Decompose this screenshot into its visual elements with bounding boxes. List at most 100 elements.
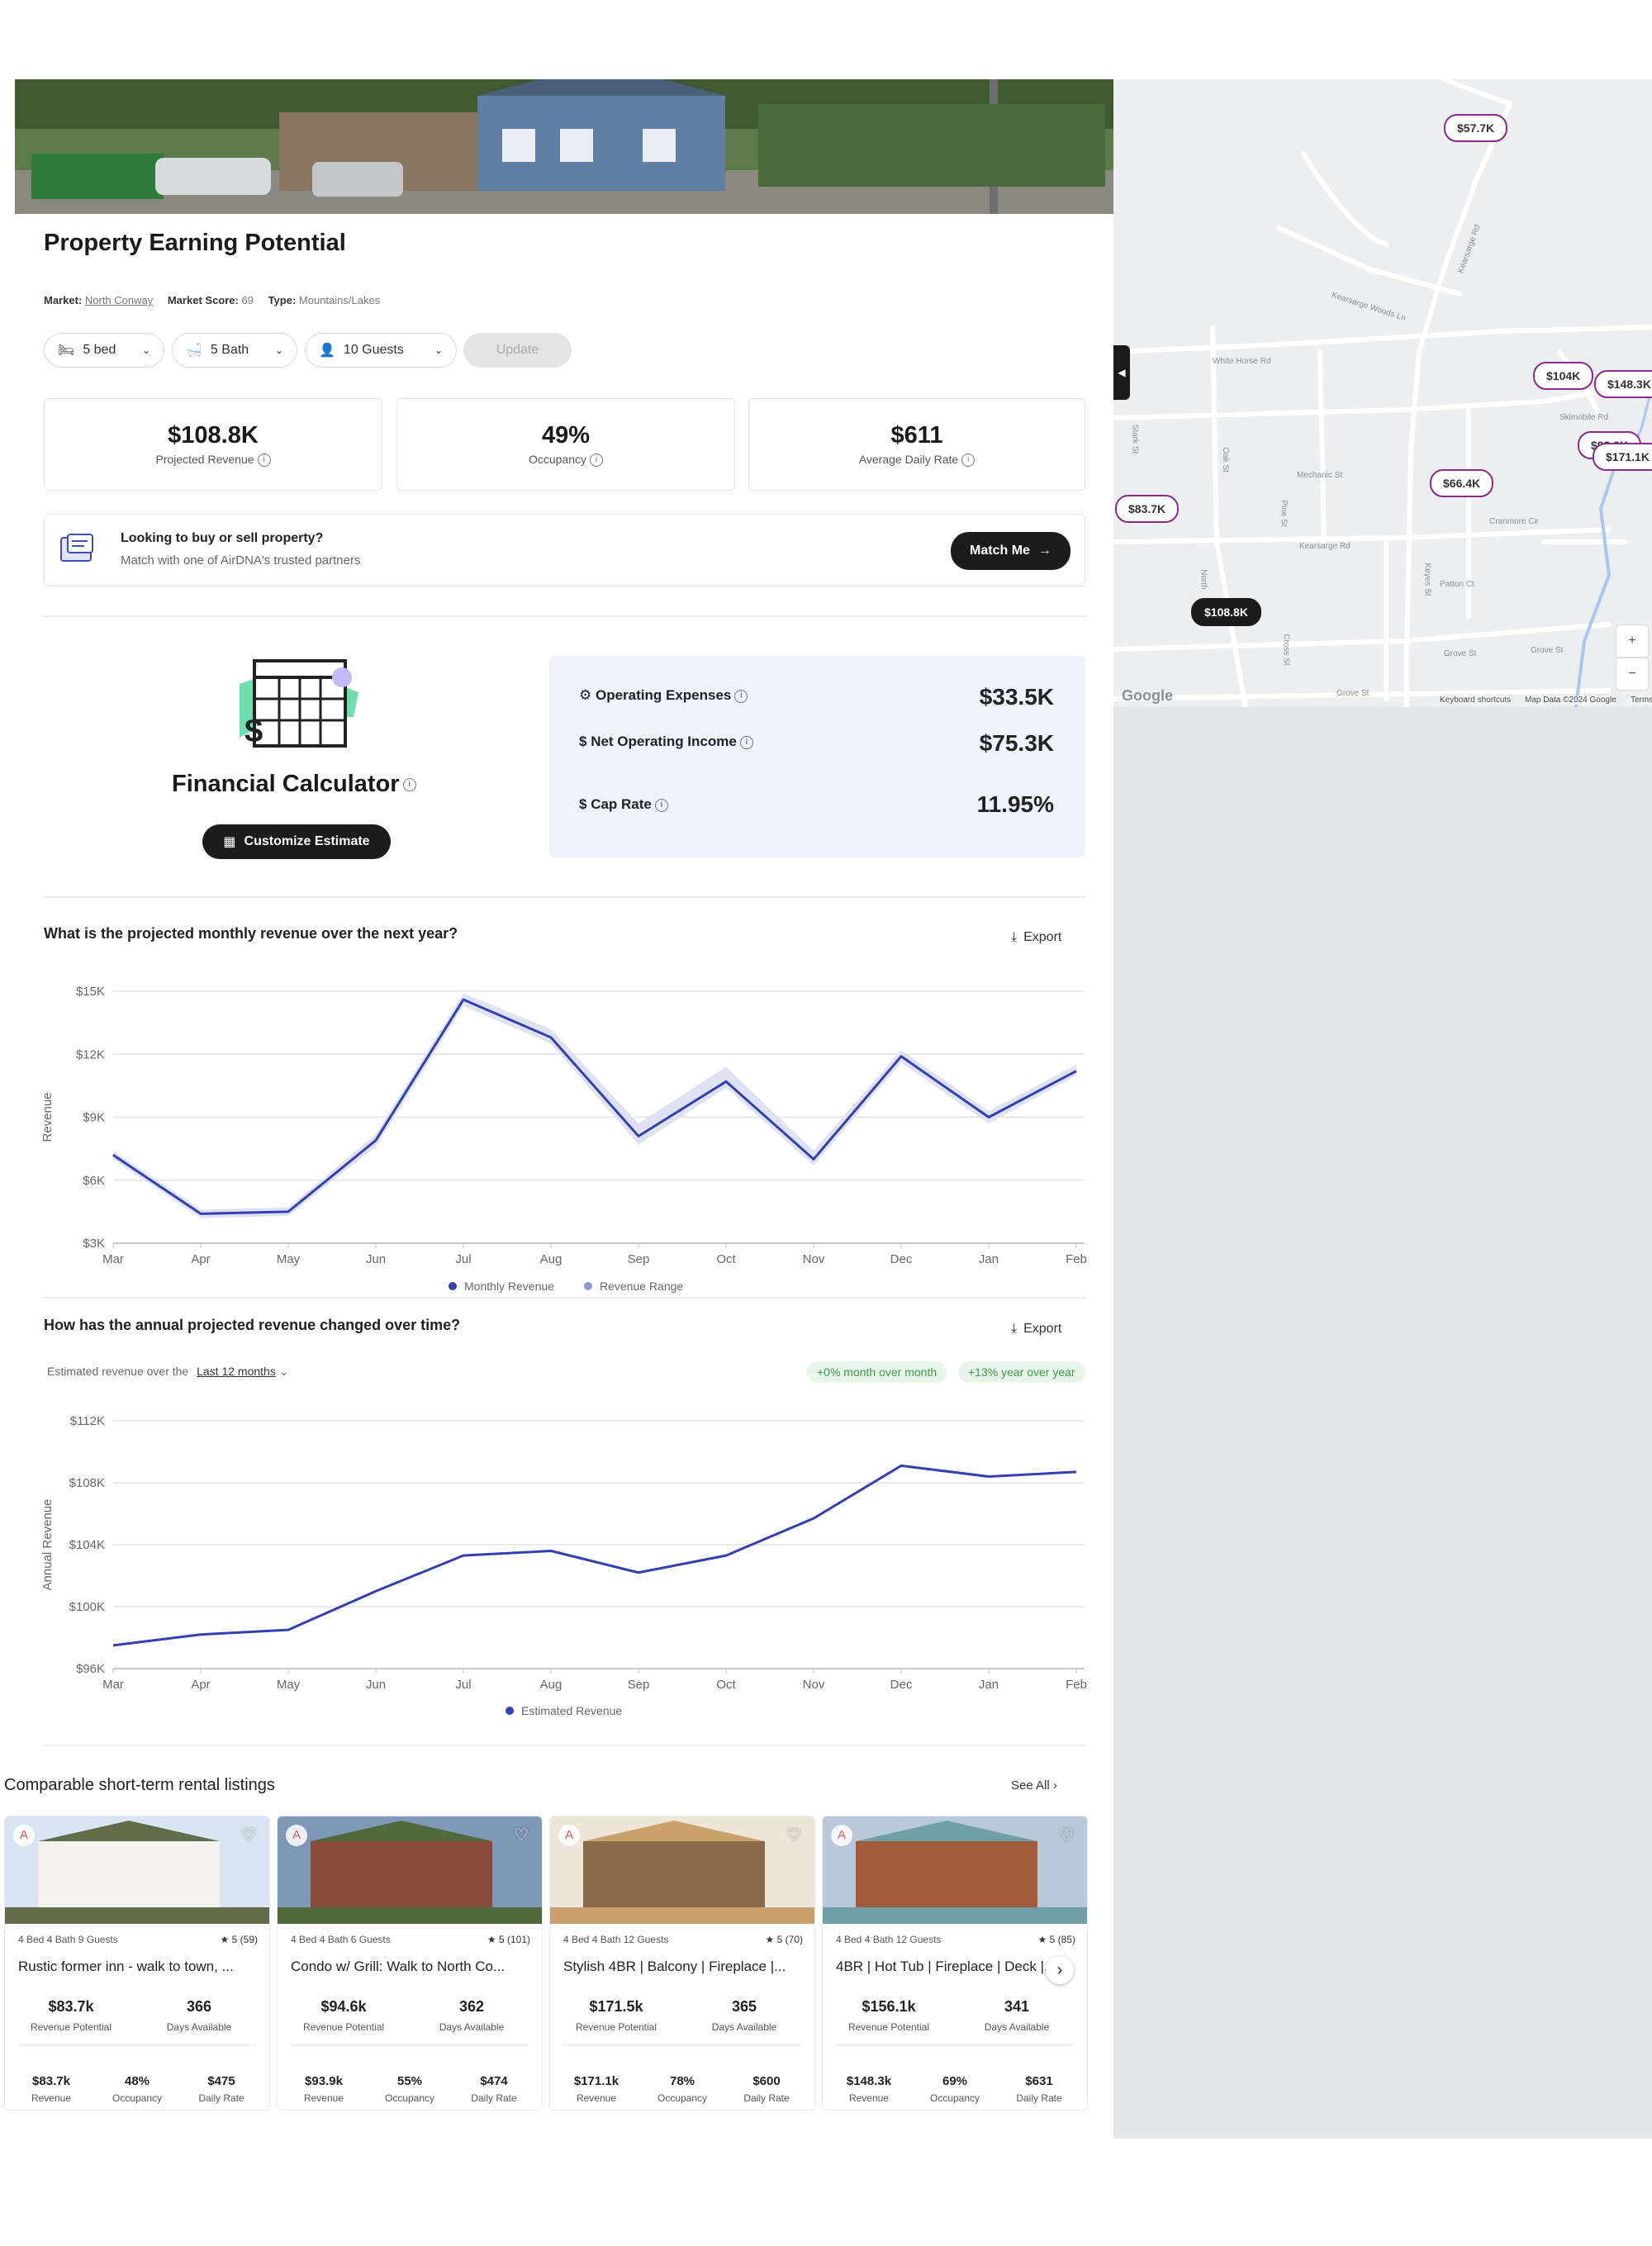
listing-occupancy-label: Occupancy [112,2092,163,2104]
monthly-revenue-chart: $3K $6K $9K $12K $15K Mar Apr May Jun Jul Aug Sep Oc… [40,985,1087,1293]
listing-occupancy: 55% [396,2074,423,2088]
listing-revenue: $171.1k [573,2074,620,2088]
map-road-label: Keyes St [1422,563,1432,596]
map-price-pin[interactable]: $66.4K [1430,469,1494,497]
airbnb-logo-icon: A [286,1825,307,1846]
listing-card[interactable]: A ♡ 4 Bed 4 Bath 6 Guests ★ 5 (101) Cond… [277,1816,543,2111]
listing-days-available-label: Days Available [984,2021,1050,2033]
map-data-attribution: Map Data ©2024 Google [1525,696,1616,705]
market-link[interactable]: North Conway [85,294,153,306]
revenue-range-band [113,993,1076,1218]
map-road-label: Cranmore Cir [1489,517,1540,526]
terms-link[interactable]: Terms [1631,696,1652,705]
collapse-map-toggle[interactable]: ◀ [1113,345,1130,400]
property-photo-image [15,79,1113,214]
x-tick-label: Jul [455,1252,471,1266]
x-tick-label: May [277,1252,301,1266]
listing-days-available-label: Days Available [439,2021,505,2033]
annual-chart-question: How has the annual projected revenue cha… [44,1317,461,1333]
x-tick-label: Feb [1066,1252,1087,1266]
coins-icon: $ [579,796,591,812]
map-price-pin[interactable]: $171.1K [1593,443,1652,471]
chevron-down-icon: ⌄ [274,344,283,356]
period-dropdown[interactable]: Last 12 months [197,1365,276,1378]
monthly-export-button[interactable]: ⤓ Export [1011,930,1061,945]
listing-title: 4BR | Hot Tub | Fireplace | Deck |... [836,1959,1056,1974]
annual-export-button[interactable]: ⤓ Export [1011,1322,1061,1337]
favorite-heart-icon[interactable]: ♡ [783,1825,805,1846]
listing-title: Rustic former inn - walk to town, ... [18,1959,234,1974]
stat-value: $108.8K [168,422,259,449]
map-price-pin[interactable]: $57.7K [1444,114,1508,142]
y-tick-label: $100K [69,1600,105,1614]
map-price-pin[interactable]: $83.7K [1115,495,1180,523]
calculator-title: Financial Calculator i [172,771,416,798]
divider [563,2044,801,2045]
annual-revenue-chart: $96K $100K $104K $108K $112K Mar Apr May Jun Jul A… [40,1414,1087,1717]
period-selector: Estimated revenue over the Last 12 month… [47,1365,288,1379]
listing-rating: ★ 5 (101) [487,1934,530,1945]
favorite-heart-icon[interactable]: ♡ [510,1825,532,1846]
map-price-pin-selected[interactable]: $108.8K [1191,598,1261,626]
map-road-label: Pine St [1279,500,1289,527]
zoom-out-button[interactable]: − [1616,658,1649,691]
x-tick-label: Apr [191,1678,210,1692]
divider [43,896,1085,898]
market-type-value: Mountains/Lakes [298,294,381,306]
series-line [112,998,1077,1215]
keyboard-shortcuts-link[interactable]: Keyboard shortcuts [1440,696,1512,705]
guests-select[interactable]: 👤 10 Guests ⌄ [305,333,457,368]
info-icon[interactable]: i [961,453,976,468]
listing-days-available: 366 [186,1998,212,2015]
legend-marker [506,1707,514,1715]
operating-expenses-text: Operating Expenses [595,687,732,703]
dollar-circle-icon: $ [579,734,591,749]
info-icon[interactable]: i [257,453,271,468]
map-road-label: White Horse Rd [1213,357,1271,366]
favorite-heart-icon[interactable]: ♡ [238,1825,259,1846]
info-icon[interactable]: i [590,453,604,468]
listing-revenue-potential-label: Revenue Potential [575,2021,657,2033]
map-view[interactable]: Kearsarge Woods Ln White Horse Rd Kearsa… [1113,79,1652,707]
stat-card-adr: $611 Average Daily Rate i [748,398,1085,491]
listing-photo [550,1816,814,1924]
customize-estimate-button[interactable]: ▦ Customize Estimate [202,824,391,859]
map-road-label: Grove St [1444,649,1477,658]
stat-value: 49% [541,422,591,449]
beds-select[interactable]: 🛏 5 bed ⌄ [44,333,164,368]
y-axis-label: Annual Revenue [40,1499,55,1591]
zoom-in-button[interactable]: + [1616,624,1649,658]
listing-meta: 4 Bed 4 Bath 6 Guests [291,1934,391,1945]
favorite-heart-icon[interactable]: ♡ [1056,1825,1077,1846]
x-tick-label: Oct [716,1252,736,1266]
listing-photo [823,1816,1087,1924]
listing-title: Stylish 4BR | Balcony | Fireplace |... [563,1959,786,1974]
x-tick-label: Jun [366,1252,386,1266]
info-icon[interactable]: i [402,778,416,792]
info-icon[interactable]: i [734,689,748,703]
calculator-illustration-icon: $ [238,659,360,750]
see-all-link[interactable]: See All › [1011,1778,1057,1793]
info-icon[interactable]: i [739,735,753,749]
divider [43,615,1085,617]
x-tick-label: May [277,1678,301,1692]
match-me-button[interactable]: Match Me → [951,532,1070,570]
cap-rate-text: Cap Rate [591,796,652,812]
market-type-label: Type: [268,294,297,306]
legend-marker [449,1282,457,1290]
y-tick-label: $6K [83,1174,105,1188]
x-tick-label: Jan [979,1678,999,1692]
listing-days-available: 362 [458,1998,485,2015]
listing-revenue-potential: $156.1k [862,1998,916,2015]
next-listings-button[interactable]: › [1046,1956,1074,1984]
update-button[interactable]: Update [463,333,572,368]
listing-occupancy: 78% [669,2074,695,2088]
map-price-pin[interactable]: $148.3K [1594,370,1652,398]
x-tick-label: Nov [803,1252,825,1266]
info-icon[interactable]: i [654,798,668,812]
baths-select[interactable]: 🛁 5 Bath ⌄ [172,333,297,368]
listing-card[interactable]: A ♡ 4 Bed 4 Bath 12 Guests ★ 5 (70) Styl… [549,1816,815,2111]
airbnb-logo-icon: A [831,1825,852,1846]
map-price-pin[interactable]: $104K [1533,362,1594,390]
listing-card[interactable]: A ♡ 4 Bed 4 Bath 9 Guests ★ 5 (59) Rusti… [4,1816,270,2111]
